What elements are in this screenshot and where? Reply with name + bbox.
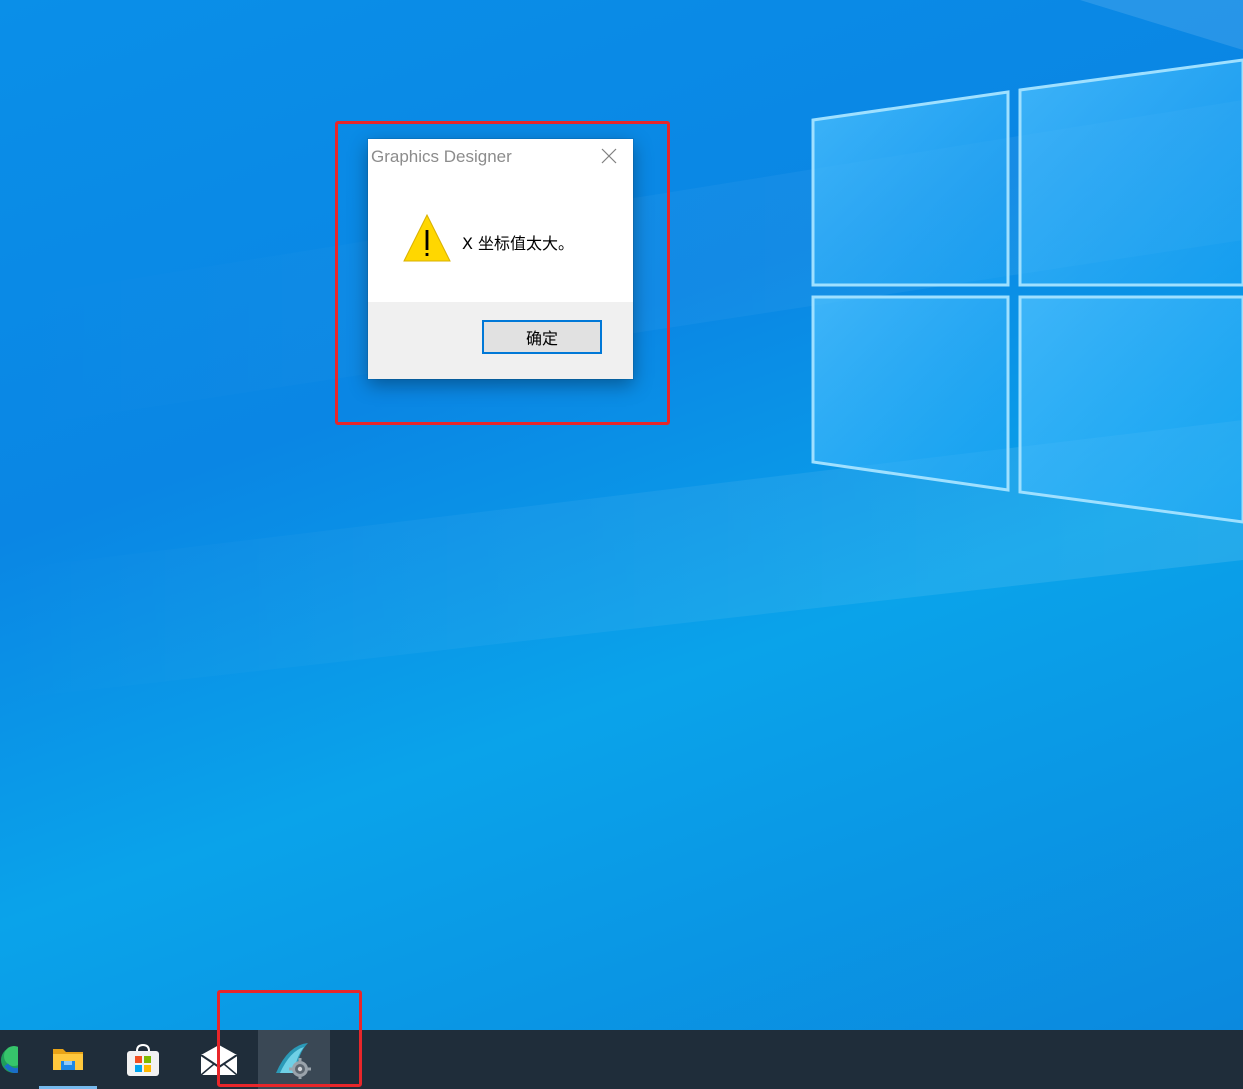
dialog-title: Graphics Designer <box>371 147 512 166</box>
dialog-message: X 坐标值太大。 <box>462 234 575 253</box>
graphics-designer-icon <box>276 1043 311 1079</box>
dialog-titlebar[interactable]: Graphics Designer <box>368 139 633 175</box>
mail-icon <box>200 1045 238 1076</box>
desktop: Graphics Designer X 坐标值太大。 确定 <box>0 0 1243 1089</box>
taskbar-item-mail[interactable] <box>186 1030 248 1089</box>
warning-icon <box>403 213 451 262</box>
taskbar-item-file-explorer[interactable] <box>37 1030 99 1089</box>
dialog-footer: 确定 <box>368 302 633 379</box>
taskbar-item-graphics-designer[interactable] <box>258 1030 330 1089</box>
edge-icon <box>1 1046 18 1073</box>
taskbar <box>0 1030 1243 1089</box>
close-icon <box>601 148 617 164</box>
dialog-body: X 坐标值太大。 <box>368 175 633 302</box>
taskbar-item-microsoft-store[interactable] <box>112 1030 174 1089</box>
file-explorer-icon <box>53 1049 83 1070</box>
ok-button[interactable]: 确定 <box>482 320 602 354</box>
message-dialog: Graphics Designer X 坐标值太大。 确定 <box>368 139 633 379</box>
taskbar-item-edge[interactable] <box>0 1030 26 1089</box>
microsoft-store-icon <box>127 1043 159 1076</box>
dialog-close-button[interactable] <box>594 143 624 171</box>
